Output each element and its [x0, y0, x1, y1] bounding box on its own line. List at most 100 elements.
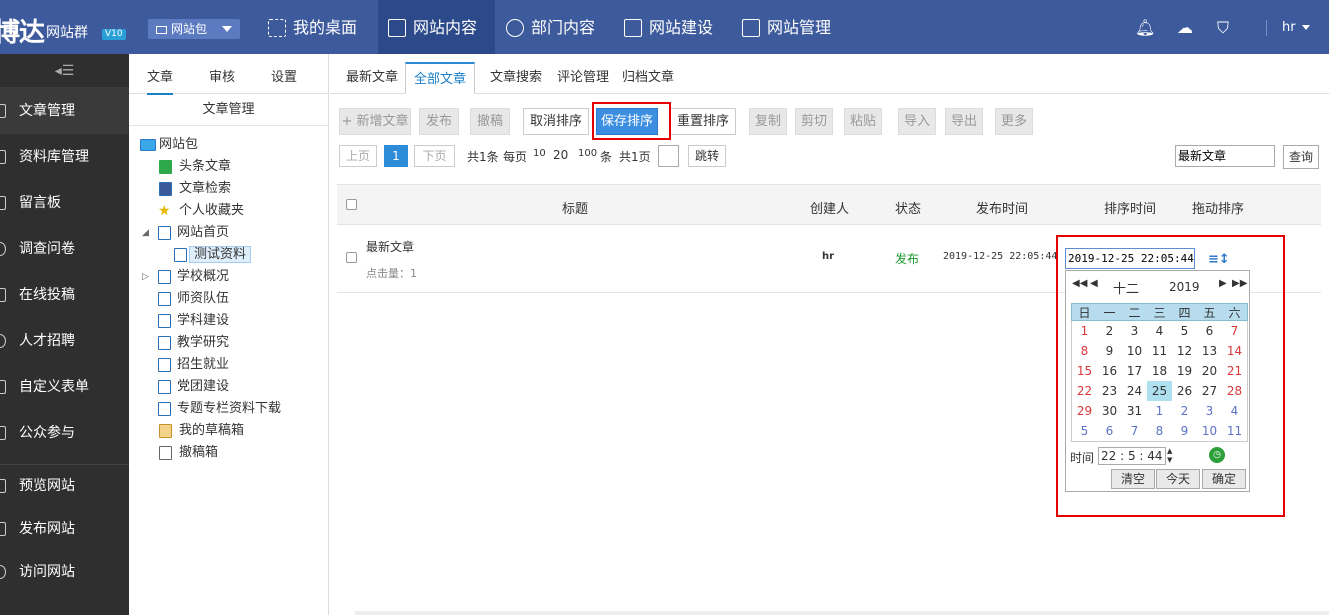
col-creator: 创建人 [810, 202, 850, 217]
sidebar-item-visit-site[interactable]: 访问网站 [0, 551, 129, 594]
globe-icon [0, 565, 6, 579]
sidebar-item-library[interactable]: 资料库管理 [0, 134, 129, 180]
cut-button[interactable]: 剪切 [795, 108, 833, 135]
nav-dept-content[interactable]: 部门内容 [496, 0, 614, 54]
add-article-button[interactable]: + 新增文章 [339, 108, 411, 135]
paste-button[interactable]: 粘贴 [844, 108, 882, 135]
copy-button[interactable]: 复制 [749, 108, 787, 135]
article-title-link[interactable]: 最新文章 [366, 238, 414, 255]
tree-node-headline[interactable]: 头条文章 [129, 156, 328, 178]
site-selector[interactable]: 网站包 [148, 19, 240, 39]
search-input[interactable]: 最新文章 [1175, 145, 1275, 167]
tree-node-test-data[interactable]: 测试资料 [129, 244, 328, 266]
nav-site-manage[interactable]: 网站管理 [732, 0, 850, 54]
per-page-100[interactable]: 100 [578, 148, 597, 159]
sidebar-item-label: 人才招聘 [19, 333, 75, 349]
collapse-menu-icon[interactable]: ◂☰ [0, 54, 129, 88]
tab-archive[interactable]: 归档文章 [622, 62, 674, 94]
next-page-button[interactable]: 下页 [414, 145, 455, 167]
sidebar-item-label: 访问网站 [19, 564, 75, 580]
tree-node-discipline[interactable]: 学科建设 [129, 310, 328, 332]
sidebar-item-public[interactable]: 公众参与 [0, 410, 129, 456]
tree-node-root[interactable]: 网站包 [129, 134, 328, 156]
tab-latest[interactable]: 最新文章 [346, 62, 398, 94]
chevron-down-icon [1301, 25, 1310, 30]
per-page-20[interactable]: 20 [553, 148, 568, 162]
collapsed-triangle-icon[interactable]: ▷ [142, 266, 149, 288]
page-icon [158, 270, 171, 284]
tree-node-drafts[interactable]: 我的草稿箱 [129, 420, 328, 442]
tree-node-school-overview[interactable]: ▷ 学校概况 [129, 266, 328, 288]
sidebar-item-preview[interactable]: 预览网站 [0, 465, 129, 508]
sidebar-item-article-manage[interactable]: 文章管理 [0, 88, 129, 134]
publish-button[interactable]: 发布 [419, 108, 459, 135]
message-icon [0, 196, 6, 210]
sidebar-item-recruit[interactable]: 人才招聘 [0, 318, 129, 364]
nav-website-content[interactable]: 网站内容 [378, 0, 495, 54]
page-icon [158, 292, 171, 306]
tab-all-articles[interactable]: 全部文章 [405, 62, 476, 94]
sidebar-item-custom-form[interactable]: 自定义表单 [0, 364, 129, 410]
nav-label: 我的桌面 [293, 18, 358, 37]
submit-icon [0, 288, 6, 302]
user-name: hr [1282, 20, 1296, 35]
page-1-button[interactable]: 1 [384, 145, 408, 167]
horizontal-scrollbar[interactable] [355, 611, 1329, 615]
reset-sort-button[interactable]: 重置排序 [670, 108, 736, 135]
withdraw-button[interactable]: 撤稿 [470, 108, 510, 135]
click-count: 点击量：1 [366, 267, 417, 280]
tree-node-homepage[interactable]: ◢ 网站首页 [129, 222, 328, 244]
sidebar-item-guestbook[interactable]: 留言板 [0, 180, 129, 226]
tree-node-downloads[interactable]: 专题专栏资料下载 [129, 398, 328, 420]
prev-page-button[interactable]: 上页 [339, 145, 377, 167]
tree-node-label: 教学研究 [177, 335, 230, 350]
tree-node-label: 我的草稿箱 [179, 423, 245, 438]
export-button[interactable]: 导出 [945, 108, 983, 135]
sidebar-item-label: 预览网站 [19, 478, 75, 494]
trash-icon [159, 446, 172, 460]
per-page-10[interactable]: 10 [533, 148, 546, 159]
select-all-checkbox[interactable] [346, 199, 357, 210]
tree-node-party[interactable]: 党团建设 [129, 376, 328, 398]
bell-icon[interactable]: 🔔︎ [1135, 18, 1155, 38]
tree-node-research[interactable]: 教学研究 [129, 332, 328, 354]
edit-icon [388, 19, 406, 37]
build-icon [624, 19, 642, 37]
site-selector-label: 网站包 [171, 22, 208, 36]
sidebar-item-survey[interactable]: 调查问卷 [0, 226, 129, 272]
row-checkbox[interactable] [346, 252, 357, 263]
tree-node-trash[interactable]: 撤稿箱 [129, 442, 328, 464]
tree-node-admission[interactable]: 招生就业 [129, 354, 328, 376]
tree-node-label: 专题专栏资料下载 [177, 401, 282, 416]
doc-icon [0, 104, 6, 118]
jump-button[interactable]: 跳转 [688, 145, 726, 167]
tree-node-search[interactable]: 文章检索 [129, 178, 328, 200]
import-button[interactable]: 导入 [898, 108, 936, 135]
sidebar-item-label: 留言板 [19, 195, 61, 211]
expanded-triangle-icon[interactable]: ◢ [142, 222, 149, 244]
tab-settings[interactable]: 设置 [271, 66, 297, 85]
publish-icon [0, 522, 6, 536]
nav-site-build[interactable]: 网站建设 [614, 0, 732, 54]
tree-node-faculty[interactable]: 师资队伍 [129, 288, 328, 310]
tab-article[interactable]: 文章 [147, 66, 174, 95]
nav-my-desktop[interactable]: 我的桌面 [258, 0, 376, 54]
tab-comments[interactable]: 评论管理 [557, 62, 609, 94]
more-button[interactable]: 更多 [995, 108, 1033, 135]
tree-node-favorites[interactable]: ★ 个人收藏夹 [129, 200, 328, 222]
sidebar-item-label: 调查问卷 [19, 241, 75, 257]
binoculars-icon [159, 182, 172, 196]
cancel-sort-button[interactable]: 取消排序 [523, 108, 589, 135]
sidebar-item-publish-site[interactable]: 发布网站 [0, 508, 129, 551]
cloud-icon[interactable]: ☁ [1175, 18, 1195, 38]
page-jump-input[interactable] [658, 145, 679, 167]
query-button[interactable]: 查询 [1283, 145, 1319, 169]
shirt-icon[interactable]: ⛉ [1213, 18, 1233, 38]
monitor-icon [156, 25, 167, 34]
tab-article-search[interactable]: 文章搜索 [490, 62, 542, 94]
user-menu[interactable]: hr [1282, 20, 1310, 35]
sidebar-item-submission[interactable]: 在线投稿 [0, 272, 129, 318]
divider [1266, 20, 1267, 36]
page-icon [158, 358, 171, 372]
tab-review[interactable]: 审核 [209, 66, 235, 85]
